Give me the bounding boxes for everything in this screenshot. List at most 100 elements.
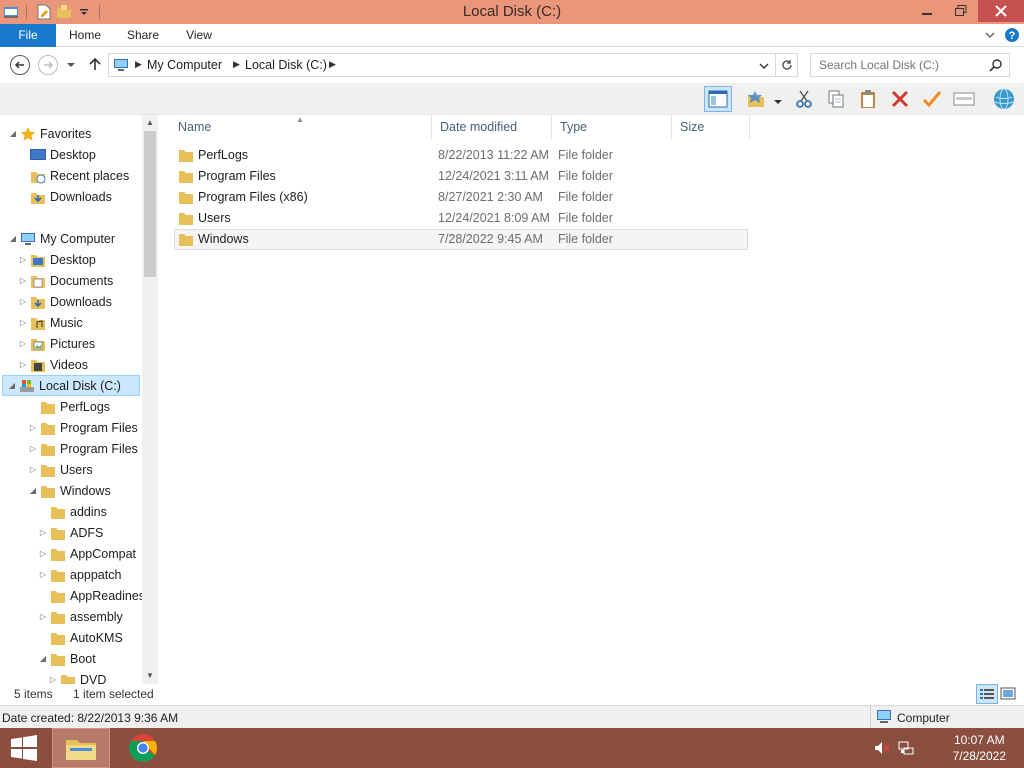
collapse-icon[interactable]: ◢ xyxy=(38,654,48,663)
tree-local-disk[interactable]: ◢ Local Disk (C:) xyxy=(2,375,140,396)
tree-desktop[interactable]: ▷ Desktop xyxy=(18,249,96,270)
tree-appreadiness[interactable]: AppReadines xyxy=(38,585,145,606)
tab-home[interactable]: Home xyxy=(58,24,112,47)
tree-fav-recent-places[interactable]: Recent places xyxy=(18,165,129,186)
tree-favorites[interactable]: ◢ Favorites xyxy=(8,123,91,144)
expand-icon[interactable]: ▷ xyxy=(18,318,28,327)
start-button[interactable] xyxy=(0,728,48,768)
minimize-button[interactable] xyxy=(910,0,944,22)
network-icon[interactable] xyxy=(898,740,914,759)
tree-autokms[interactable]: AutoKMS xyxy=(38,627,123,648)
scroll-up-icon[interactable]: ▲ xyxy=(142,115,157,131)
tree-perflogs[interactable]: PerfLogs xyxy=(28,396,110,417)
column-header-name[interactable]: Name xyxy=(170,115,432,139)
close-button[interactable] xyxy=(978,0,1024,22)
file-row-users[interactable]: Users 12/24/2021 8:09 AM File folder xyxy=(174,208,748,229)
tab-view[interactable]: View xyxy=(172,24,226,47)
tree-users[interactable]: ▷ Users xyxy=(28,459,93,480)
file-row-program-files-x86[interactable]: Program Files (x86) 8/27/2021 2:30 AM Fi… xyxy=(174,187,748,208)
tree-boot[interactable]: ◢ Boot xyxy=(38,648,96,669)
address-bar[interactable]: ▶ My Computer ▶ Local Disk (C:) ▶ xyxy=(108,53,776,77)
expand-icon[interactable]: ▷ xyxy=(18,297,28,306)
tab-share[interactable]: Share xyxy=(116,24,170,47)
cut-icon[interactable] xyxy=(790,86,818,112)
tree-fav-downloads[interactable]: Downloads xyxy=(18,186,112,207)
properties-card-icon[interactable] xyxy=(950,86,978,112)
search-input[interactable] xyxy=(819,54,989,76)
expand-icon[interactable]: ▷ xyxy=(28,423,38,432)
scroll-down-icon[interactable]: ▼ xyxy=(142,668,157,684)
delete-icon[interactable] xyxy=(886,86,914,112)
column-header-date-modified[interactable]: Date modified xyxy=(432,115,552,139)
maximize-button[interactable] xyxy=(944,0,978,22)
expand-icon[interactable]: ▷ xyxy=(18,276,28,285)
large-icons-view-button[interactable] xyxy=(1000,686,1016,705)
network-globe-icon[interactable] xyxy=(990,86,1018,112)
tree-dvd[interactable]: ▷ DVD xyxy=(48,669,106,684)
expand-icon[interactable]: ▷ xyxy=(38,570,48,579)
search-icon[interactable] xyxy=(989,58,1003,75)
file-row-perflogs[interactable]: PerfLogs 8/22/2013 11:22 AM File folder xyxy=(174,145,748,166)
file-row-windows[interactable]: Windows 7/28/2022 9:45 AM File folder xyxy=(174,229,748,250)
tree-videos[interactable]: ▷ Videos xyxy=(18,354,88,375)
file-row-program-files[interactable]: Program Files 12/24/2021 3:11 AM File fo… xyxy=(174,166,748,187)
tree-my-computer[interactable]: ◢ My Computer xyxy=(8,228,115,249)
crumb-my-computer[interactable]: My Computer xyxy=(147,58,222,72)
tree-label: Videos xyxy=(50,357,88,372)
tree-apppatch[interactable]: ▷ apppatch xyxy=(38,564,121,585)
volume-muted-icon[interactable] xyxy=(874,740,890,759)
folder-options-icon[interactable] xyxy=(742,86,770,112)
tree-assembly[interactable]: ▷ assembly xyxy=(38,606,123,627)
nav-scrollbar[interactable]: ▲ ▼ xyxy=(142,115,157,684)
recent-locations-icon[interactable] xyxy=(66,59,76,73)
expand-icon[interactable]: ▷ xyxy=(18,255,28,264)
collapse-icon[interactable]: ◢ xyxy=(28,486,38,495)
expand-icon[interactable]: ▷ xyxy=(38,549,48,558)
system-clock[interactable]: 10:07 AM 7/28/2022 xyxy=(953,732,1006,764)
column-header-size[interactable]: Size xyxy=(672,115,750,139)
crumb-separator-icon[interactable]: ▶ xyxy=(329,59,336,70)
rename-check-icon[interactable] xyxy=(918,86,946,112)
tree-program-files-x86[interactable]: ▷ Program Files ( xyxy=(28,438,145,459)
taskbar-file-explorer[interactable] xyxy=(52,728,110,768)
tree-addins[interactable]: addins xyxy=(38,501,107,522)
taskbar-chrome[interactable] xyxy=(114,728,172,768)
expand-icon[interactable]: ▷ xyxy=(28,444,38,453)
collapse-icon[interactable]: ◢ xyxy=(8,129,18,138)
address-dropdown-icon[interactable] xyxy=(759,60,769,74)
expand-icon[interactable]: ▷ xyxy=(48,675,58,684)
crumb-separator-icon[interactable]: ▶ xyxy=(233,59,240,70)
collapse-icon[interactable]: ◢ xyxy=(8,234,18,243)
tree-program-files[interactable]: ▷ Program Files xyxy=(28,417,138,438)
details-view-button[interactable] xyxy=(976,684,998,704)
tree-documents[interactable]: ▷ Documents xyxy=(18,270,113,291)
expand-icon[interactable]: ▷ xyxy=(18,339,28,348)
expand-icon[interactable]: ▷ xyxy=(18,360,28,369)
expand-ribbon-icon[interactable] xyxy=(984,27,996,46)
tree-appcompat[interactable]: ▷ AppCompat xyxy=(38,543,136,564)
expand-icon[interactable]: ▷ xyxy=(28,465,38,474)
folder-options-dropdown-icon[interactable] xyxy=(774,95,782,109)
tab-file[interactable]: File xyxy=(0,24,56,47)
tree-windows[interactable]: ◢ Windows xyxy=(28,480,111,501)
tree-pictures[interactable]: ▷ Pictures xyxy=(18,333,95,354)
forward-button[interactable] xyxy=(38,55,58,75)
refresh-button[interactable] xyxy=(776,53,798,77)
preview-pane-button[interactable] xyxy=(704,86,732,112)
tree-music[interactable]: ▷ Music xyxy=(18,312,83,333)
scroll-thumb[interactable] xyxy=(144,131,156,277)
crumb-local-disk[interactable]: Local Disk (C:) xyxy=(245,58,327,72)
collapse-icon[interactable]: ◢ xyxy=(7,381,17,390)
back-button[interactable] xyxy=(10,55,30,75)
tree-adfs[interactable]: ▷ ADFS xyxy=(38,522,103,543)
tree-fav-desktop[interactable]: Desktop xyxy=(18,144,96,165)
expand-icon[interactable]: ▷ xyxy=(38,612,48,621)
help-icon[interactable]: ? xyxy=(1004,27,1020,46)
tree-downloads[interactable]: ▷ Downloads xyxy=(18,291,112,312)
paste-icon[interactable] xyxy=(854,86,882,112)
copy-icon[interactable] xyxy=(822,86,850,112)
up-button[interactable] xyxy=(88,57,102,74)
column-header-type[interactable]: Type xyxy=(552,115,672,139)
expand-icon[interactable]: ▷ xyxy=(38,528,48,537)
search-box[interactable] xyxy=(810,53,1010,77)
